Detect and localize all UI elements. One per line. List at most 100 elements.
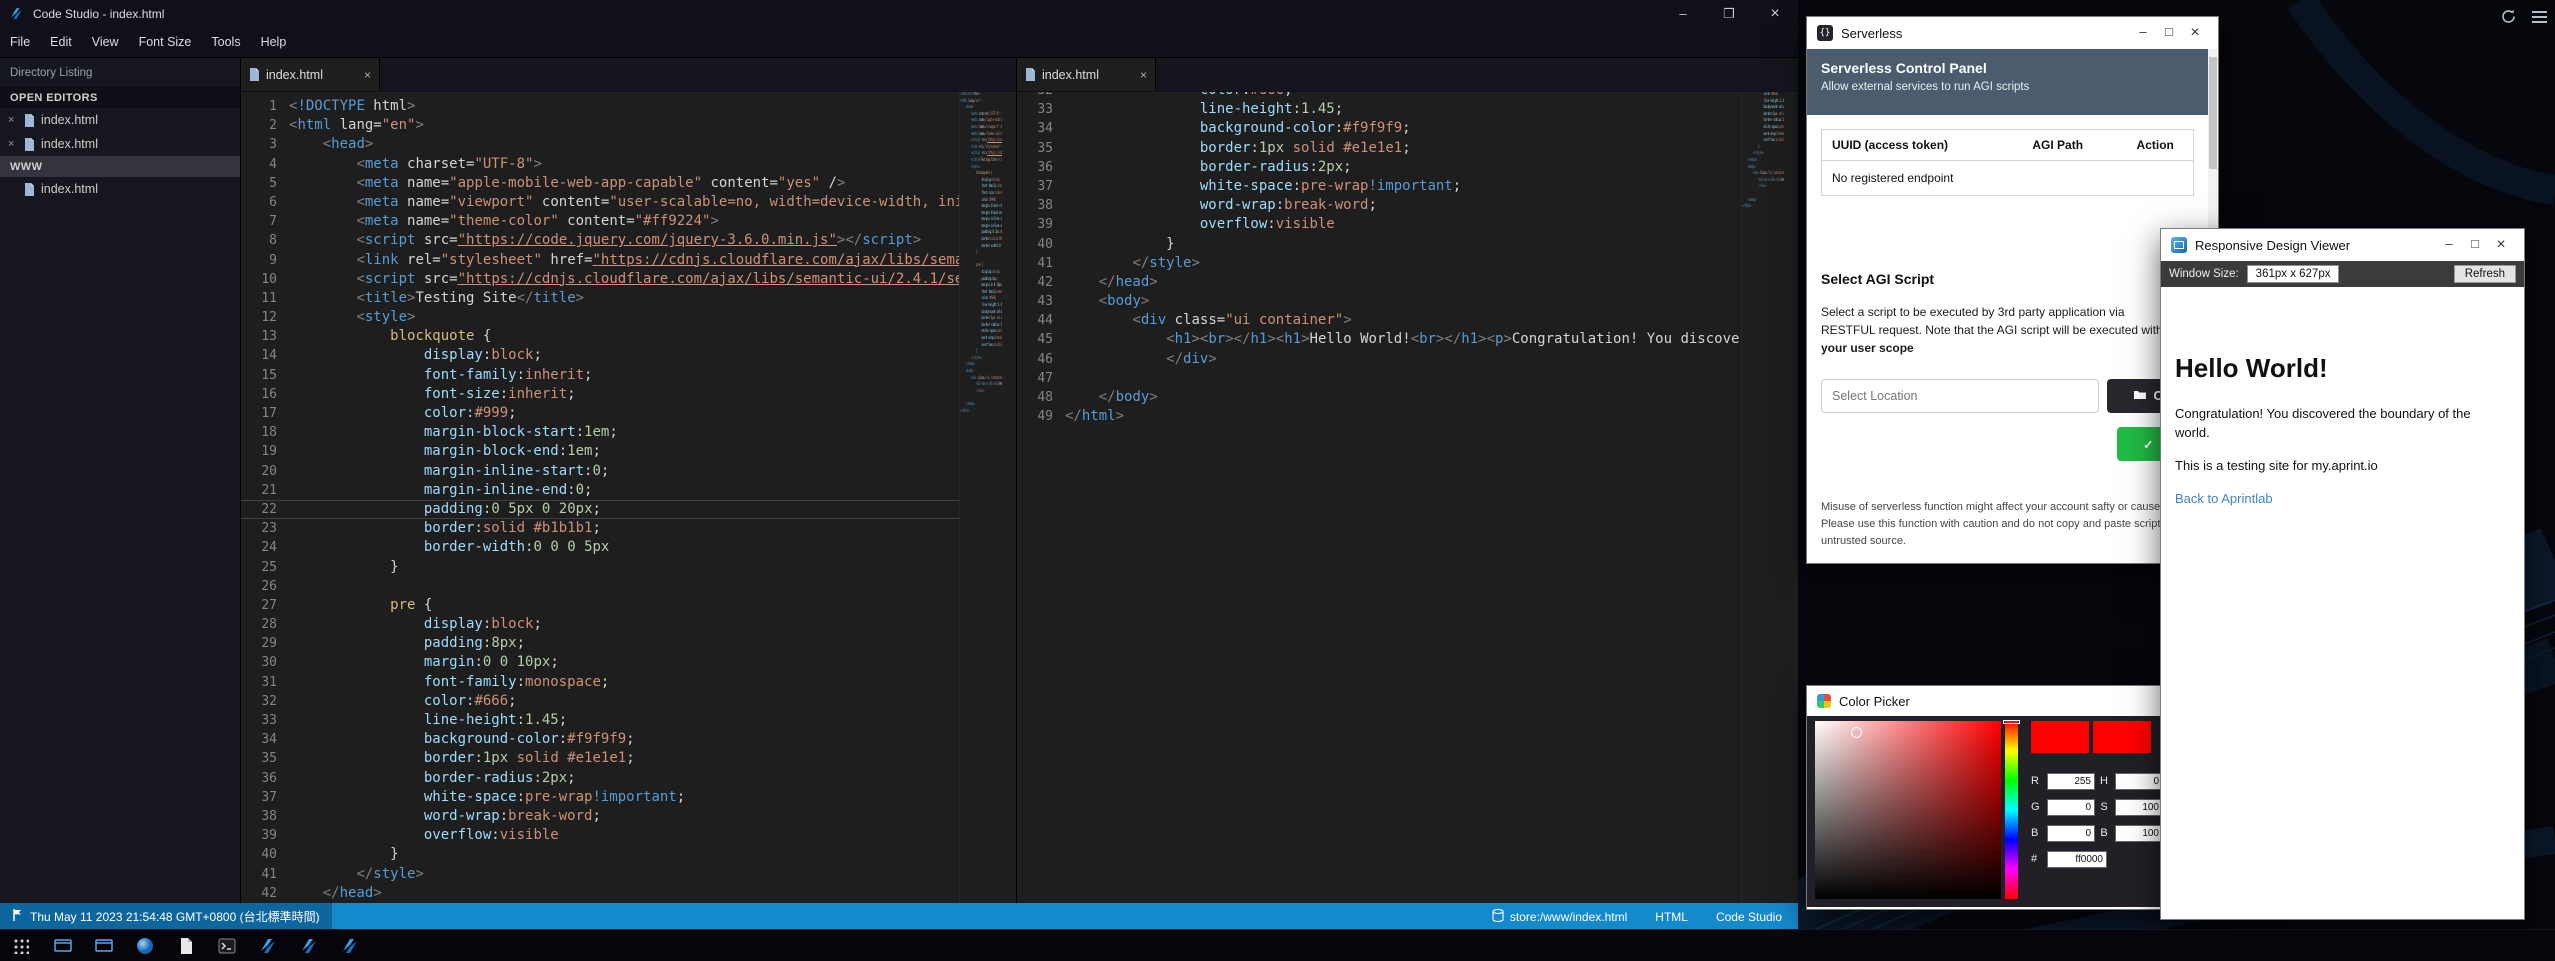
code-line[interactable]: 3 <head> <box>241 135 960 154</box>
window-icon[interactable] <box>92 934 115 957</box>
code-line[interactable]: 39 overflow:visible <box>241 826 960 845</box>
hue-slider[interactable] <box>2005 721 2018 899</box>
open-editor-item[interactable]: × index.html <box>0 132 240 156</box>
menu-item-view[interactable]: View <box>82 35 129 49</box>
blue-input[interactable] <box>2047 825 2095 842</box>
minimize-button[interactable]: – <box>2436 236 2462 254</box>
code-line[interactable]: 28 display:block; <box>241 615 960 634</box>
saturation-cursor[interactable] <box>1851 727 1862 738</box>
code-line[interactable]: 35 border:1px solid #e1e1e1; <box>1017 139 1742 158</box>
hue-slider-thumb[interactable] <box>2003 720 2020 724</box>
code-line[interactable]: 40 } <box>1017 235 1742 254</box>
code-line[interactable]: 18 margin-block-start:1em; <box>241 423 960 442</box>
code-line[interactable]: 24 border-width:0 0 0 5px <box>241 538 960 557</box>
terminal-icon[interactable] <box>215 934 238 957</box>
saturation-input[interactable] <box>2115 799 2163 816</box>
menu-item-edit[interactable]: Edit <box>40 35 82 49</box>
code-line[interactable]: 46 </div> <box>1017 350 1742 369</box>
close-icon[interactable]: × <box>8 138 18 150</box>
location-input[interactable] <box>1821 379 2099 413</box>
close-icon[interactable]: × <box>1140 68 1147 82</box>
code-line[interactable]: 32 color:#666; <box>241 692 960 711</box>
code-line[interactable]: 31 font-family:monospace; <box>241 673 960 692</box>
code-line[interactable]: 49</html> <box>1017 407 1742 426</box>
www-folder-header[interactable]: WWW <box>0 156 240 177</box>
code-line[interactable]: 25 } <box>241 558 960 577</box>
code-line[interactable]: 26 <box>241 577 960 596</box>
code-line[interactable]: 5 <meta name="apple-mobile-web-app-capab… <box>241 174 960 193</box>
code-line[interactable]: 38 word-wrap:break-word; <box>1017 196 1742 215</box>
browser-icon[interactable] <box>133 934 156 957</box>
code-line[interactable]: 42 </head> <box>1017 273 1742 292</box>
restore-button[interactable]: ❐ <box>1706 0 1752 27</box>
minimap[interactable]: color:#666; line-height:1.45; background… <box>1741 92 1784 903</box>
code-line[interactable]: 21 margin-inline-end:0; <box>241 481 960 500</box>
saturation-area[interactable] <box>1815 721 2001 899</box>
back-link[interactable]: Back to Aprintlab <box>2175 491 2510 506</box>
red-input[interactable] <box>2047 773 2095 790</box>
code-line[interactable]: 2<html lang="en"> <box>241 116 960 135</box>
code-line[interactable]: 11 <title>Testing Site</title> <box>241 289 960 308</box>
code-line[interactable]: 1<!DOCTYPE html> <box>241 97 960 116</box>
maximize-button[interactable]: □ <box>2462 236 2488 254</box>
code-line[interactable]: 20 margin-inline-start:0; <box>241 462 960 481</box>
status-datetime[interactable]: Thu May 11 2023 21:54:48 GMT+0800 (台北標準時… <box>0 903 332 930</box>
tab-index-html[interactable]: index.html × <box>241 58 380 91</box>
code-line[interactable]: 12 <style> <box>241 308 960 327</box>
code-line[interactable]: 33 line-height:1.45; <box>1017 100 1742 119</box>
close-button[interactable]: × <box>1752 0 1798 27</box>
code-line[interactable]: 44 <div class="ui container"> <box>1017 311 1742 330</box>
green-input[interactable] <box>2047 799 2095 816</box>
menu-item-file[interactable]: File <box>0 35 40 49</box>
status-language[interactable]: HTML <box>1655 910 1688 924</box>
code-line[interactable]: 6 <meta name="viewport" content="user-sc… <box>241 193 960 212</box>
hex-input[interactable] <box>2047 851 2107 868</box>
code-line[interactable]: 45 <h1><br></h1><h1>Hello World!<br></h1… <box>1017 330 1742 349</box>
scrollbar-thumb[interactable] <box>2209 57 2217 169</box>
minimize-button[interactable]: – <box>1660 0 1706 27</box>
code-line[interactable]: 13 blockquote { <box>241 327 960 346</box>
window-size-value[interactable]: 361px x 627px <box>2247 265 2340 283</box>
brightness-input[interactable] <box>2115 825 2163 842</box>
sync-icon[interactable] <box>2500 8 2517 30</box>
menu-icon[interactable] <box>2532 8 2547 26</box>
close-button[interactable]: × <box>2182 24 2208 42</box>
open-editor-item[interactable]: × index.html <box>0 108 240 132</box>
code-line[interactable]: 48 </body> <box>1017 388 1742 407</box>
hue-input[interactable] <box>2115 773 2163 790</box>
status-file-path[interactable]: store:/www/index.html <box>1492 909 1627 925</box>
status-app-name[interactable]: Code Studio <box>1716 910 1782 924</box>
code-line[interactable]: 43 <body> <box>1017 292 1742 311</box>
code-line[interactable]: 32 color:#666; <box>1017 92 1742 100</box>
code-line[interactable]: 37 white-space:pre-wrap!important; <box>241 788 960 807</box>
code-line[interactable]: 14 display:block; <box>241 346 960 365</box>
code-line[interactable]: 23 border:solid #b1b1b1; <box>241 519 960 538</box>
code-line[interactable]: 8 <script src="https://code.jquery.com/j… <box>241 231 960 250</box>
code-line[interactable]: 4 <meta charset="UTF-8"> <box>241 155 960 174</box>
code-line[interactable]: 16 font-size:inherit; <box>241 385 960 404</box>
minimize-button[interactable]: – <box>2130 24 2156 42</box>
menu-item-tools[interactable]: Tools <box>201 35 250 49</box>
code-line[interactable]: 34 background-color:#f9f9f9; <box>241 730 960 749</box>
code-line[interactable]: 7 <meta name="theme-color" content="#ff9… <box>241 212 960 231</box>
code-line[interactable]: 34 background-color:#f9f9f9; <box>1017 119 1742 138</box>
code-studio-icon[interactable] <box>338 934 361 957</box>
code-line[interactable]: 33 line-height:1.45; <box>241 711 960 730</box>
maximize-button[interactable]: □ <box>2156 24 2182 42</box>
code-line[interactable]: 30 margin:0 0 10px; <box>241 653 960 672</box>
code-line[interactable]: 41 </style> <box>241 865 960 884</box>
code-line[interactable]: 15 font-family:inherit; <box>241 366 960 385</box>
close-button[interactable]: × <box>2488 236 2514 254</box>
code-line[interactable]: 47 <box>1017 369 1742 388</box>
open-editors-header[interactable]: OPEN EDITORS <box>0 87 240 108</box>
editor-left[interactable]: 1<!DOCTYPE html>2<html lang="en">3 <head… <box>241 92 1016 903</box>
document-icon[interactable] <box>174 934 197 957</box>
editor-right[interactable]: 32 color:#666;33 line-height:1.45;34 bac… <box>1017 92 1798 903</box>
menu-item-help[interactable]: Help <box>251 35 297 49</box>
code-studio-icon[interactable] <box>297 934 320 957</box>
app-grid-button[interactable] <box>13 938 29 954</box>
code-area[interactable]: 32 color:#666;33 line-height:1.45;34 bac… <box>1017 92 1742 903</box>
code-line[interactable]: 22 padding:0 5px 0 20px; <box>241 500 960 519</box>
code-line[interactable]: 19 margin-block-end:1em; <box>241 442 960 461</box>
code-line[interactable]: 27 pre { <box>241 596 960 615</box>
